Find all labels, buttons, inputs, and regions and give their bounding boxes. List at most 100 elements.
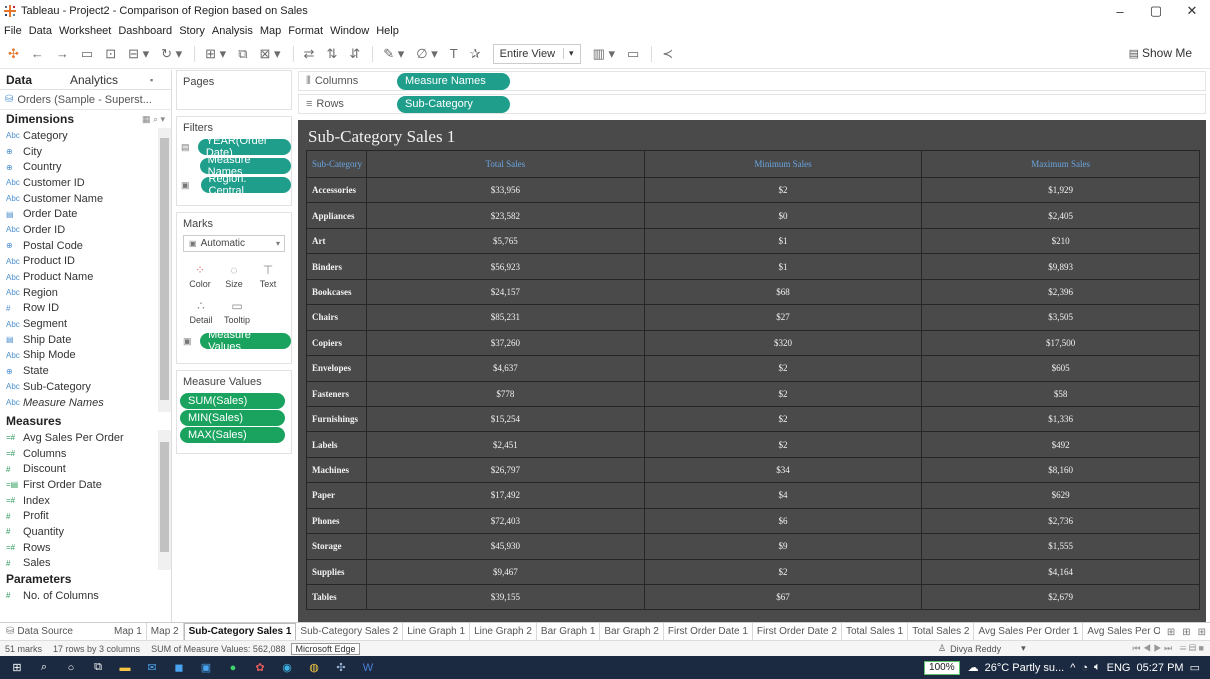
field-quantity[interactable]: # Quantity xyxy=(0,524,171,540)
labels-icon[interactable]: T xyxy=(450,46,458,61)
column-header-sub-category[interactable]: Sub-Category xyxy=(306,150,367,178)
filter-pill-year[interactable]: YEAR(Order Date) xyxy=(197,135,291,159)
measure-pill-min-sales[interactable]: MIN(Sales) xyxy=(180,410,285,426)
table-cell[interactable]: $6 xyxy=(643,507,923,535)
language-indicator[interactable]: ENG xyxy=(1107,662,1131,674)
field-product-id[interactable]: Abc Product ID xyxy=(0,254,171,270)
table-cell[interactable]: $26,797 xyxy=(365,456,645,484)
menu-file[interactable]: File xyxy=(4,25,22,37)
table-cell[interactable]: $3,505 xyxy=(921,304,1200,331)
row-header[interactable]: Furnishings xyxy=(306,405,367,433)
sheet-tab-total-sales-1[interactable]: Total Sales 1 xyxy=(842,623,909,640)
data-source-tab[interactable]: ⛁ Data Source xyxy=(0,626,110,637)
user-menu[interactable]: ♙ Divya Reddy ▾ xyxy=(938,643,1026,654)
field-index[interactable]: =# Index xyxy=(0,493,171,509)
row-header[interactable]: Paper xyxy=(306,482,367,509)
row-header[interactable]: Chairs xyxy=(306,304,367,331)
edge-icon[interactable]: ◉ xyxy=(277,660,297,676)
row-header[interactable]: Storage xyxy=(306,533,367,560)
table-cell[interactable]: $85,231 xyxy=(365,304,645,331)
rows-pill-sub-category[interactable]: Sub-Category xyxy=(397,95,510,113)
show-cards-icon[interactable]: ▥ ▾ xyxy=(593,46,615,62)
table-cell[interactable]: $9,893 xyxy=(921,253,1200,280)
field-customer-id[interactable]: Abc Customer ID xyxy=(0,175,171,191)
table-cell[interactable]: $15,254 xyxy=(365,405,645,433)
store-icon[interactable]: ◼ xyxy=(169,660,189,676)
swap-icon[interactable]: ⇄ xyxy=(304,46,315,62)
field-ship-mode[interactable]: Abc Ship Mode xyxy=(0,348,171,364)
table-cell[interactable]: $17,492 xyxy=(365,482,645,509)
sheet-tab-bar-graph-1[interactable]: Bar Graph 1 xyxy=(537,623,601,640)
field-rows[interactable]: =# Rows xyxy=(0,540,171,556)
column-header-minimum-sales[interactable]: Minimum Sales xyxy=(643,150,923,178)
measures-scrollbar[interactable] xyxy=(158,430,171,570)
dimensions-scrollbar[interactable] xyxy=(158,128,171,412)
field-columns[interactable]: =# Columns xyxy=(0,446,171,462)
table-cell[interactable]: $68 xyxy=(643,278,923,306)
table-cell[interactable]: $2,679 xyxy=(921,583,1200,611)
measure-pill-max-sales[interactable]: MAX(Sales) xyxy=(180,427,285,443)
viz-canvas[interactable]: Sub-Category Sales 1 Sub-Category Total S… xyxy=(298,120,1206,622)
table-cell[interactable]: $24,157 xyxy=(365,278,645,306)
new-dashboard-icon[interactable]: ⊞ xyxy=(1182,627,1190,638)
sheet-tab-map-2[interactable]: Map 2 xyxy=(147,623,184,640)
table-cell[interactable]: $2,451 xyxy=(365,431,645,458)
show-me-button[interactable]: ▤ Show Me xyxy=(1129,46,1192,60)
field-measure-names[interactable]: Abc Measure Names xyxy=(0,395,171,411)
tab-analytics[interactable]: Analytics xyxy=(70,73,150,87)
field-product-name[interactable]: Abc Product Name xyxy=(0,269,171,285)
highlight-icon[interactable]: ✎ ▾ xyxy=(383,46,404,62)
clock[interactable]: 05:27 PM xyxy=(1137,662,1184,674)
menu-map[interactable]: Map xyxy=(260,25,281,37)
table-cell[interactable]: $33,956 xyxy=(365,176,645,204)
new-datasource-icon[interactable]: ⊡ xyxy=(105,46,116,62)
field-sub-category[interactable]: Abc Sub-Category xyxy=(0,379,171,395)
menu-worksheet[interactable]: Worksheet xyxy=(59,25,111,37)
search-icon[interactable]: ⌕ xyxy=(34,660,54,676)
table-cell[interactable]: $629 xyxy=(921,482,1200,509)
table-cell[interactable]: $1,555 xyxy=(921,533,1200,560)
sheet-tab-bar-graph-2[interactable]: Bar Graph 2 xyxy=(600,623,664,640)
field-customer-name[interactable]: Abc Customer Name xyxy=(0,191,171,207)
row-header[interactable]: Fasteners xyxy=(306,380,367,407)
field-no-of-columns[interactable]: # No. of Columns xyxy=(0,588,171,604)
table-cell[interactable]: $2 xyxy=(643,380,923,407)
table-cell[interactable]: $1,929 xyxy=(921,176,1200,204)
columns-shelf[interactable]: ⦀ Columns Measure Names xyxy=(298,71,1206,91)
word-icon[interactable]: W xyxy=(358,660,378,676)
table-cell[interactable]: $34 xyxy=(643,456,923,484)
presentation-icon[interactable]: ▭ xyxy=(627,46,639,62)
table-cell[interactable]: $17,500 xyxy=(921,329,1200,357)
table-cell[interactable]: $72,403 xyxy=(365,507,645,535)
table-cell[interactable]: $0 xyxy=(643,202,923,229)
field-order-id[interactable]: Abc Order ID xyxy=(0,222,171,238)
tooltip-mark-button[interactable]: ▭ Tooltip xyxy=(219,294,255,330)
sheet-tab-line-graph-1[interactable]: Line Graph 1 xyxy=(403,623,471,640)
row-header[interactable]: Phones xyxy=(306,507,367,535)
notification-icon[interactable]: ▭ xyxy=(1190,661,1200,674)
sheet-navigation[interactable]: ⏮ ◀ ▶ ⏭ ☰ ▤ ■ xyxy=(1132,643,1204,654)
search-icon[interactable]: ▦ ⌕ ▾ xyxy=(142,114,165,125)
sheet-tab-sub-category-sales-1[interactable]: Sub-Category Sales 1 xyxy=(183,623,297,640)
battery-indicator[interactable]: 100% xyxy=(924,660,960,675)
new-story-icon[interactable]: ⊞ xyxy=(1198,627,1206,638)
table-cell[interactable]: $2,405 xyxy=(921,202,1200,229)
task-view-icon[interactable]: ⧉ xyxy=(88,660,108,676)
menu-dashboard[interactable]: Dashboard xyxy=(118,25,172,37)
column-header-maximum-sales[interactable]: Maximum Sales xyxy=(921,150,1200,178)
fit-view-select[interactable]: Entire View ▾ xyxy=(492,43,581,64)
clear-sheet-icon[interactable]: ⊠ ▾ xyxy=(260,46,281,62)
table-cell[interactable]: $2,736 xyxy=(921,507,1200,535)
row-header[interactable]: Envelopes xyxy=(306,355,367,382)
table-cell[interactable]: $605 xyxy=(921,355,1200,382)
table-cell[interactable]: $58 xyxy=(921,380,1200,407)
row-header[interactable]: Binders xyxy=(306,253,367,280)
new-worksheet-icon[interactable]: ⊞ xyxy=(1167,627,1175,638)
field-discount[interactable]: # Discount xyxy=(0,461,171,477)
pages-card[interactable]: Pages xyxy=(176,70,292,110)
sheet-tab-line-graph-2[interactable]: Line Graph 2 xyxy=(470,623,537,640)
table-cell[interactable]: $5,765 xyxy=(365,227,645,255)
table-cell[interactable]: $492 xyxy=(921,431,1200,458)
field-first-order-date[interactable]: =▤ First Order Date xyxy=(0,477,171,493)
sheet-tab-first-order-date-1[interactable]: First Order Date 1 xyxy=(664,623,753,640)
